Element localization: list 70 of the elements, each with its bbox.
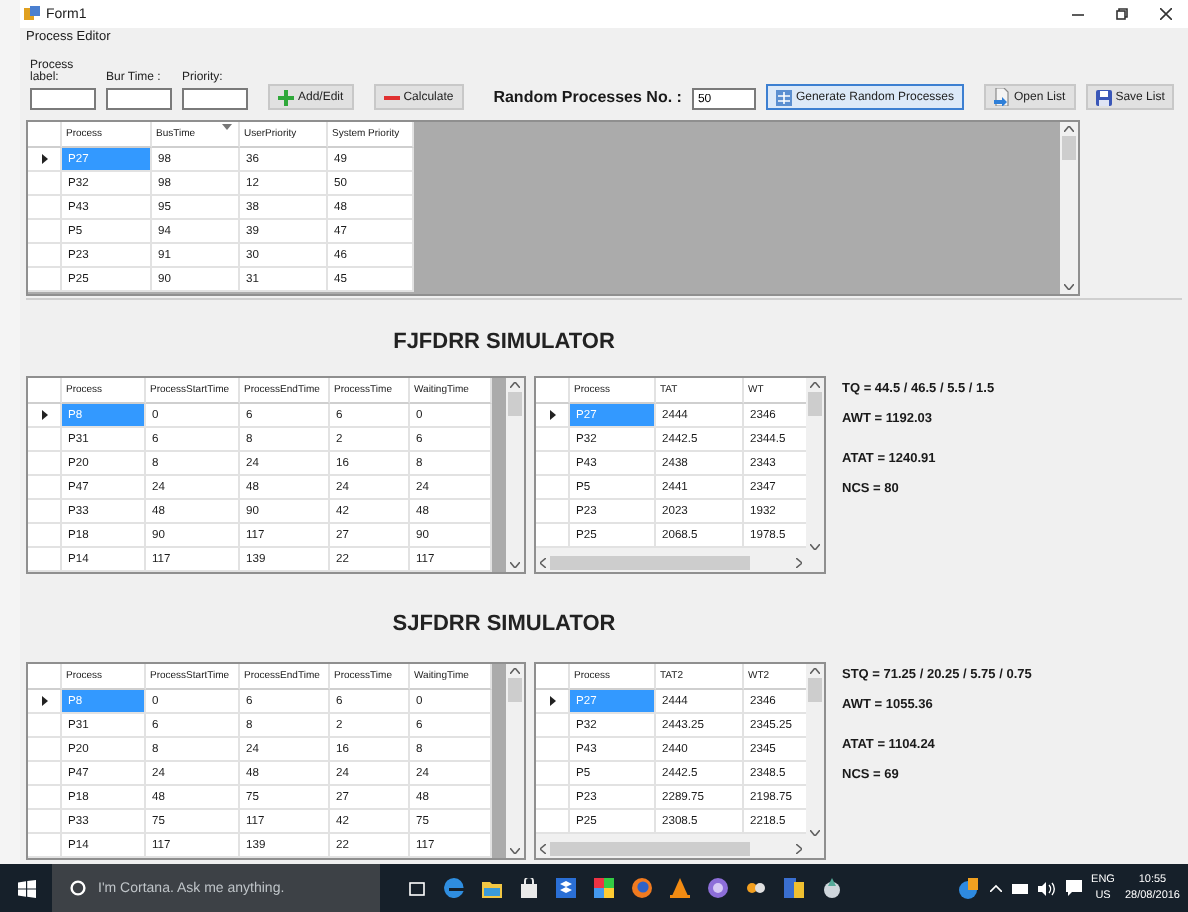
- simulator-title: FJFDRR SIMULATOR: [391, 330, 617, 354]
- vertical-scrollbar[interactable]: [806, 664, 824, 840]
- row-header[interactable]: [536, 404, 570, 428]
- message-icon: [1065, 880, 1082, 896]
- app-icon: [957, 877, 980, 899]
- scroll-thumb[interactable]: [508, 678, 522, 702]
- scroll-up-icon: [810, 668, 820, 674]
- close-icon: [1160, 8, 1172, 20]
- scroll-thumb[interactable]: [550, 556, 750, 570]
- windows-logo-icon: [17, 879, 35, 897]
- circle-icon: [70, 880, 86, 896]
- current-row-icon: [41, 154, 47, 164]
- scroll-up-icon: [510, 668, 520, 674]
- app-icon: [746, 878, 766, 898]
- scroll-up-icon: [1064, 126, 1074, 132]
- app-icon: [594, 878, 614, 898]
- current-row-icon: [41, 696, 47, 706]
- app-icon: [822, 878, 842, 898]
- scroll-up-icon: [510, 382, 520, 388]
- simulator-title: SJFDRR SIMULATOR: [390, 612, 618, 636]
- scroll-down-icon: [1064, 284, 1074, 290]
- cone-icon: [670, 878, 690, 898]
- scroll-thumb[interactable]: [508, 392, 522, 416]
- current-row-icon: [549, 410, 555, 420]
- scroll-down-icon: [810, 830, 820, 836]
- row-header[interactable]: [28, 690, 62, 714]
- scroll-left-icon: [540, 558, 546, 568]
- vertical-scrollbar[interactable]: [506, 378, 524, 572]
- app-icon: [784, 878, 804, 898]
- speaker-icon: [1037, 881, 1056, 895]
- vertical-scrollbar[interactable]: [1060, 122, 1078, 294]
- current-row-icon: [549, 696, 555, 706]
- scroll-down-icon: [510, 562, 520, 568]
- scroll-thumb[interactable]: [808, 392, 822, 416]
- chevron-up-icon: [989, 884, 1002, 892]
- vertical-scrollbar[interactable]: [806, 378, 824, 554]
- scroll-thumb[interactable]: [550, 842, 750, 856]
- sort-icon: [222, 124, 232, 132]
- restore-icon: [1116, 8, 1128, 20]
- row-header[interactable]: [28, 148, 62, 172]
- scroll-left-icon: [540, 844, 546, 854]
- scroll-up-icon: [810, 382, 820, 388]
- shopping-bag-icon: [520, 878, 538, 898]
- orb-icon: [708, 878, 728, 898]
- browser-icon: [444, 878, 464, 898]
- scroll-down-icon: [810, 544, 820, 550]
- scroll-right-icon: [796, 558, 802, 568]
- minimize-icon: [1072, 8, 1084, 20]
- input-field[interactable]: [182, 88, 248, 110]
- folder-icon: [482, 879, 502, 897]
- plus-icon: [278, 89, 294, 105]
- current-row-icon: [41, 410, 47, 420]
- grid-icon: [775, 89, 792, 105]
- field-label: Random Processes No. :: [493, 86, 682, 110]
- task-view-icon: [408, 879, 426, 897]
- horizontal-scrollbar[interactable]: [536, 554, 806, 572]
- row-header[interactable]: [28, 404, 62, 428]
- row-header[interactable]: [536, 690, 570, 714]
- horizontal-scrollbar[interactable]: [536, 840, 806, 858]
- scroll-thumb[interactable]: [808, 678, 822, 702]
- scroll-down-icon: [510, 848, 520, 854]
- scroll-right-icon: [796, 844, 802, 854]
- globe-icon: [632, 878, 652, 898]
- input-field[interactable]: [106, 88, 172, 110]
- input-field[interactable]: [30, 88, 96, 110]
- box-icon: [556, 878, 576, 898]
- document-icon: [994, 88, 1010, 106]
- app-icon: [24, 6, 40, 22]
- vertical-scrollbar[interactable]: [506, 664, 524, 858]
- scroll-thumb[interactable]: [1062, 136, 1076, 160]
